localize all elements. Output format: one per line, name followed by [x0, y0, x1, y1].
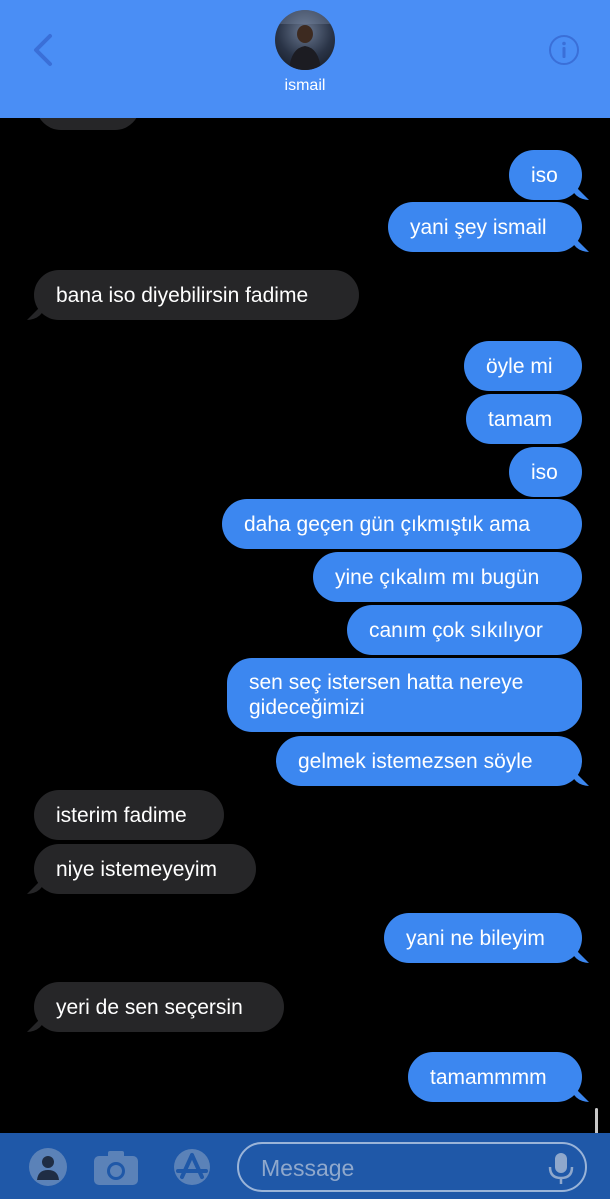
message-text: iso: [531, 460, 558, 484]
camera-button[interactable]: [92, 1149, 140, 1187]
message-bubble-incoming[interactable]: bana iso diyebilirsin fadime: [34, 270, 359, 320]
message-text: isterim fadime: [56, 803, 187, 827]
memoji-icon: [29, 1148, 67, 1186]
microphone-icon: [548, 1153, 574, 1184]
message-text: yine çıkalım mı bugün: [335, 565, 540, 589]
memoji-button[interactable]: [28, 1147, 68, 1187]
message-text: niye istemeyeyim: [56, 857, 218, 881]
message-text: canım çok sıkılıyor: [369, 618, 543, 642]
info-button[interactable]: [548, 34, 580, 66]
message-text: gelmek istemezsen söyle: [298, 749, 533, 773]
message-text: tamam: [488, 407, 553, 431]
app-store-icon: [174, 1149, 210, 1185]
message-bubble-incoming[interactable]: isterim fadime: [34, 790, 224, 840]
composer-bar: [0, 1133, 610, 1199]
conversation-header: ismail: [0, 0, 610, 118]
message-text: öyle mi: [486, 354, 553, 378]
contact-name[interactable]: ismail: [0, 77, 610, 95]
message-bubble-outgoing[interactable]: öyle mi: [464, 341, 582, 391]
message-bubble-outgoing[interactable]: iso: [509, 447, 582, 497]
chevron-left-icon: [34, 34, 52, 66]
message-thread[interactable]: iso yani şey ismail bana iso diyebilirsi…: [0, 118, 610, 1133]
camera-icon: [94, 1151, 138, 1185]
message-text: yani şey ismail: [410, 215, 547, 239]
message-bubble-outgoing[interactable]: yani ne bileyim: [384, 913, 582, 963]
message-bubble-incoming[interactable]: yeri de sen seçersin: [34, 982, 284, 1032]
message-text: yeri de sen seçersin: [56, 995, 243, 1019]
app-store-button[interactable]: [166, 1147, 218, 1187]
message-bubble-outgoing[interactable]: canım çok sıkılıyor: [347, 605, 582, 655]
message-text: iso: [531, 163, 558, 187]
message-bubble-incoming[interactable]: niye istemeyeyim: [34, 844, 256, 894]
message-bubble-outgoing[interactable]: yani şey ismail: [388, 202, 582, 252]
message-input[interactable]: [259, 1144, 533, 1192]
message-bubble-outgoing[interactable]: daha geçen gün çıkmıştık ama: [222, 499, 582, 549]
back-button[interactable]: [26, 30, 62, 70]
message-bubble-outgoing[interactable]: tamam: [466, 394, 582, 444]
dictation-button[interactable]: [541, 1147, 581, 1187]
message-text: daha geçen gün çıkmıştık ama: [244, 512, 530, 536]
message-text: yani ne bileyim: [406, 926, 545, 950]
message-bubble-outgoing[interactable]: yine çıkalım mı bugün: [313, 552, 582, 602]
avatar-photo: [275, 10, 335, 70]
scrollbar[interactable]: [595, 1108, 598, 1133]
message-bubble-outgoing[interactable]: sen seç istersen hatta nereye gideceğimi…: [227, 658, 582, 732]
message-bubble-outgoing[interactable]: iso: [509, 150, 582, 200]
message-bubble-partial: [36, 118, 140, 130]
message-text: sen seç istersen hatta nereye gideceğimi…: [249, 671, 524, 719]
message-bubble-outgoing[interactable]: tamammmm: [408, 1052, 582, 1102]
info-icon: [549, 35, 579, 65]
message-bubble-outgoing[interactable]: gelmek istemezsen söyle: [276, 736, 582, 786]
message-text: bana iso diyebilirsin fadime: [56, 283, 309, 307]
contact-avatar[interactable]: [275, 10, 335, 70]
message-input-field[interactable]: [237, 1142, 587, 1192]
message-text: tamammmm: [430, 1065, 547, 1089]
